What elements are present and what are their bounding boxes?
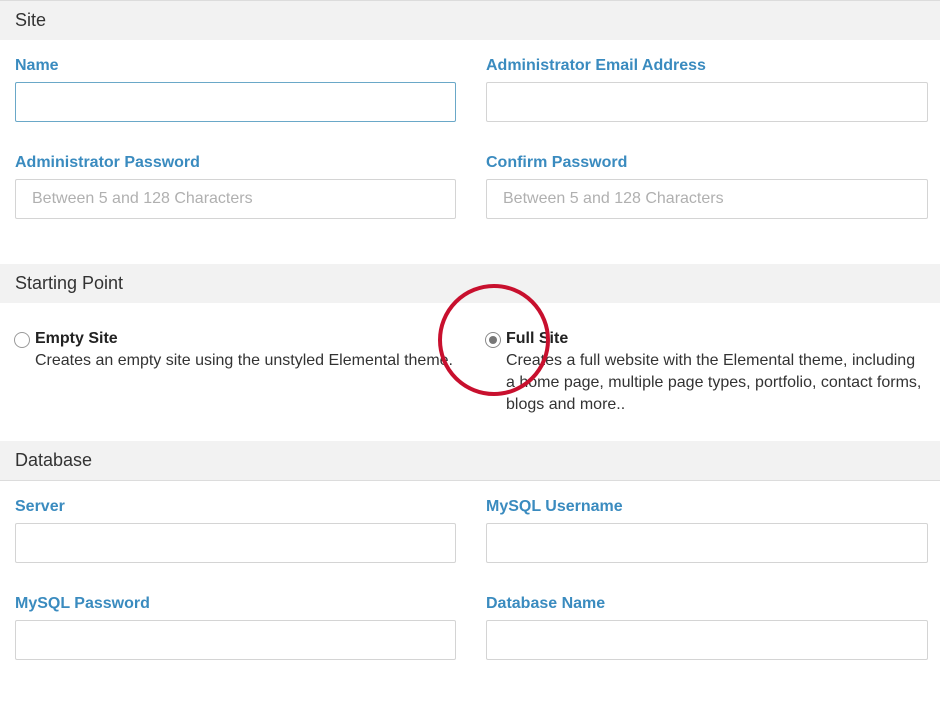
admin-password-input[interactable] xyxy=(15,179,456,219)
server-label: Server xyxy=(15,498,65,515)
admin-email-input[interactable] xyxy=(486,82,928,122)
database-name-input[interactable] xyxy=(486,620,928,660)
mysql-username-input[interactable] xyxy=(486,523,928,563)
name-label: Name xyxy=(15,57,59,74)
mysql-password-input[interactable] xyxy=(15,620,456,660)
server-input[interactable] xyxy=(15,523,456,563)
mysql-username-label: MySQL Username xyxy=(486,498,623,515)
mysql-password-label: MySQL Password xyxy=(15,595,150,612)
admin-email-label: Administrator Email Address xyxy=(486,57,706,74)
name-input[interactable] xyxy=(15,82,456,122)
full-site-description: Creates a full website with the Elementa… xyxy=(506,352,922,413)
full-site-title[interactable]: Full Site xyxy=(506,330,568,348)
install-form: Site Name Administrator Email Address Ad… xyxy=(0,0,940,705)
full-site-radio[interactable] xyxy=(485,332,501,348)
empty-site-radio[interactable] xyxy=(14,332,30,348)
empty-site-description: Creates an empty site using the unstyled… xyxy=(35,352,453,369)
confirm-password-label: Confirm Password xyxy=(486,154,628,171)
database-name-label: Database Name xyxy=(486,595,606,612)
site-section-header: Site xyxy=(0,1,940,40)
confirm-password-input[interactable] xyxy=(486,179,928,219)
admin-password-label: Administrator Password xyxy=(15,154,200,171)
empty-site-title[interactable]: Empty Site xyxy=(35,330,118,348)
database-divider xyxy=(0,480,940,481)
database-section-header: Database xyxy=(0,441,940,480)
starting-point-section-header: Starting Point xyxy=(0,264,940,303)
